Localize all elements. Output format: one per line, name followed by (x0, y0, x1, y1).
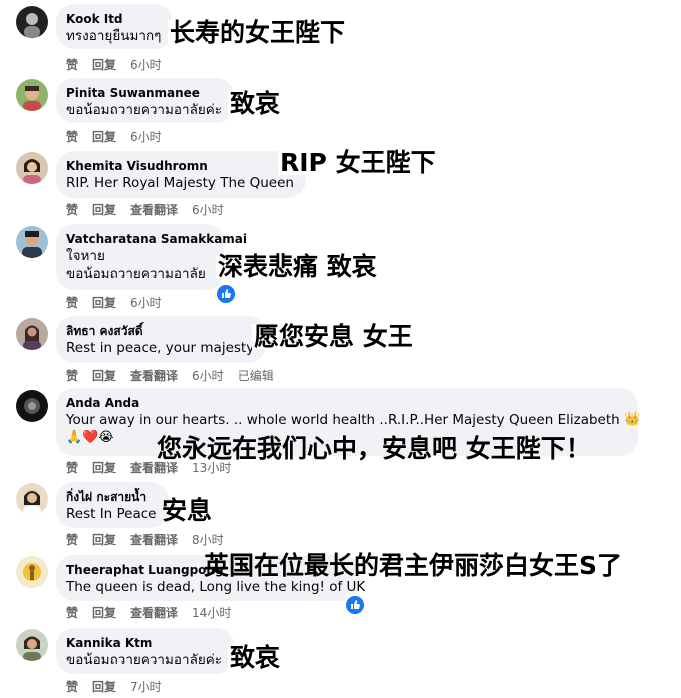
see-translation-button[interactable]: 查看翻译 (130, 202, 178, 218)
comment-text: ขอน้อมถวายความอาลัยค่ะ (66, 102, 223, 118)
comment-bubble: Kannika Ktm ขอน้อมถวายความอาลัยค่ะ (56, 628, 235, 674)
like-reaction-badge[interactable] (215, 283, 237, 305)
comment-actions: 赞回复 6小时 (66, 57, 176, 73)
like-button[interactable]: 赞 (66, 532, 78, 548)
commenter-name[interactable]: Anda Anda (66, 395, 626, 411)
like-reaction-badge[interactable] (344, 594, 366, 616)
reply-button[interactable]: 回复 (92, 605, 116, 621)
like-button[interactable]: 赞 (66, 202, 78, 218)
see-translation-button[interactable]: 查看翻译 (130, 532, 178, 548)
translation-caption: 安息 (162, 496, 213, 525)
comment-bubble: Khemita Visudhromn RIP. Her Royal Majest… (56, 151, 306, 198)
timestamp[interactable]: 8小时 (192, 532, 224, 548)
reply-button[interactable]: 回复 (92, 460, 116, 476)
comment-actions: 赞回复 查看翻译 8小时 (66, 532, 238, 548)
edited-label: 已编辑 (237, 369, 274, 383)
timestamp[interactable]: 6小时 (130, 129, 162, 145)
see-translation-button[interactable]: 查看翻译 (130, 605, 178, 621)
avatar[interactable] (16, 6, 48, 38)
commenter-name[interactable]: Kannika Ktm (66, 635, 222, 651)
comment-actions: 赞回复 7小时 (66, 679, 176, 695)
avatar[interactable] (16, 629, 48, 661)
timestamp[interactable]: 6小时 (192, 202, 224, 218)
comment-actions: 赞回复 6小时 (66, 129, 176, 145)
comment-bubble: Kook Itd ทรงอายุยืนมากๆ (56, 4, 174, 49)
comment-text: ขอน้อมถวายความอาลัย (66, 266, 206, 282)
crown-emoji: 👑 (624, 412, 641, 427)
avatar[interactable] (16, 318, 48, 350)
avatar[interactable] (16, 152, 48, 184)
commenter-name[interactable]: Pinita Suwanmanee (66, 85, 222, 101)
timestamp[interactable]: 14小时 (192, 605, 231, 621)
comment-text: Rest In Peace (66, 506, 157, 522)
timestamp[interactable]: 6小时 (130, 57, 162, 73)
like-button[interactable]: 赞 (66, 57, 78, 73)
comment-text: ใจหาย (66, 248, 105, 264)
pray-emoji: 🙏 (66, 430, 83, 445)
comment-text: ขอน้อมถวายความอาลัยค่ะ (66, 652, 223, 668)
avatar[interactable] (16, 556, 48, 588)
commenter-name[interactable]: กิ่งไผ่ กะสายน้ำ (66, 489, 157, 505)
reply-button[interactable]: 回复 (92, 368, 116, 384)
translation-caption: 英国在位最长的君主伊丽莎白女王S了 (204, 551, 623, 580)
comment-text: RIP. Her Royal Majesty The Queen (66, 175, 294, 191)
like-button[interactable]: 赞 (66, 129, 78, 145)
comment-text: Your away in our hearts. .. whole world … (66, 412, 641, 428)
translation-caption: RIP 女王陛下 (278, 148, 438, 177)
avatar[interactable] (16, 483, 48, 515)
translation-caption: 致哀 (228, 643, 283, 672)
crying-emoji: 😭 (98, 430, 114, 445)
reply-button[interactable]: 回复 (92, 679, 116, 695)
like-button[interactable]: 赞 (66, 460, 78, 476)
like-button[interactable]: 赞 (66, 679, 78, 695)
timestamp[interactable]: 7小时 (130, 679, 162, 695)
comment-actions: 赞回复 查看翻译 6小时 已编辑 (66, 368, 288, 384)
thumbs-up-icon (351, 600, 360, 609)
comment-bubble: Pinita Suwanmanee ขอน้อมถวายความอาลัยค่ะ (56, 78, 235, 123)
comment-text: Rest in peace, your majesty (66, 340, 255, 356)
commenter-name[interactable]: ลิทธา คงสวัสดิ์ (66, 323, 254, 339)
translation-caption: 长寿的女王陛下 (168, 18, 348, 47)
avatar[interactable] (16, 226, 48, 258)
commenter-name[interactable]: Kook Itd (66, 11, 161, 27)
comment-bubble: Vatcharatana Samakkamai ใจหาย ขอน้อมถวาย… (56, 224, 247, 290)
translation-caption: 您永远在我们心中，安息吧 女王陛下！ (157, 434, 591, 463)
timestamp[interactable]: 6小时 (192, 368, 224, 384)
reply-button[interactable]: 回复 (92, 129, 116, 145)
comment-actions: 赞回复 查看翻译 14小时 (66, 605, 245, 621)
translation-caption: 致哀 (228, 89, 283, 118)
like-button[interactable]: 赞 (66, 605, 78, 621)
commenter-name[interactable]: Khemita Visudhromn (66, 158, 294, 174)
like-button[interactable]: 赞 (66, 368, 78, 384)
comment-bubble: ลิทธา คงสวัสดิ์ Rest in peace, your maje… (56, 316, 267, 363)
avatar[interactable] (16, 79, 48, 111)
comment-text: The queen is dead, Long live the king! o… (66, 579, 366, 595)
reply-button[interactable]: 回复 (92, 57, 116, 73)
reply-button[interactable]: 回复 (92, 532, 116, 548)
reply-button[interactable]: 回复 (92, 202, 116, 218)
reply-button[interactable]: 回复 (92, 295, 116, 311)
comment-text: ทรงอายุยืนมากๆ (66, 28, 162, 44)
heart-emoji: ❤️ (82, 430, 99, 445)
timestamp[interactable]: 6小时 (130, 295, 162, 311)
translation-caption: 深表悲痛 致哀 (216, 252, 379, 281)
thumbs-up-icon (222, 289, 231, 298)
comment-actions: 赞回复 6小时 (66, 295, 176, 311)
commenter-name[interactable]: Vatcharatana Samakkamai (66, 231, 247, 247)
comment-bubble: กิ่งไผ่ กะสายน้ำ Rest In Peace (56, 482, 169, 528)
translation-caption: 愿您安息 女王 (252, 322, 415, 351)
comment-actions: 赞回复 查看翻译 6小时 (66, 202, 238, 218)
avatar[interactable] (16, 390, 48, 422)
see-translation-button[interactable]: 查看翻译 (130, 368, 178, 384)
like-button[interactable]: 赞 (66, 295, 78, 311)
